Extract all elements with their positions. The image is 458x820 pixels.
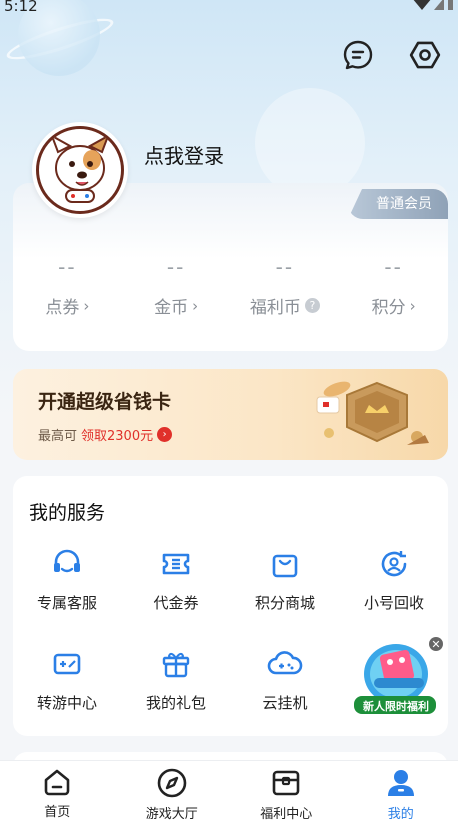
bottom-tabbar: 首页 游戏大厅 福利中心 我的 <box>0 760 458 820</box>
stat-value: -- <box>275 255 295 279</box>
home-icon <box>42 767 72 797</box>
shopping-bag-icon <box>235 546 335 582</box>
promo-sub-prefix: 最高可 <box>38 429 78 444</box>
svg-text:✕: ✕ <box>431 638 440 651</box>
gift-icon <box>126 646 226 682</box>
chevron-right-icon: › <box>157 427 173 442</box>
service-points-mall[interactable]: 积分商城 <box>235 546 335 613</box>
stat-points[interactable]: -- 积分 › <box>339 255 448 318</box>
tab-label: 首页 <box>44 805 71 820</box>
stat-coupons[interactable]: -- 点券 › <box>13 255 122 318</box>
tab-label: 我的 <box>387 807 414 820</box>
services-title: 我的服务 <box>29 502 106 524</box>
newcomer-welfare-ad[interactable]: ✕ 新人限时福利 <box>352 636 448 720</box>
tab-home[interactable]: 首页 <box>0 761 115 820</box>
stat-value: -- <box>384 255 403 279</box>
service-label: 转游中心 <box>36 694 97 712</box>
gamepad-transfer-icon <box>17 646 117 682</box>
stat-value: -- <box>166 255 186 279</box>
welfare-ad-label: 新人限时福利 <box>363 700 429 713</box>
status-bar: 5:12 <box>0 0 458 16</box>
stat-label: 福利币 <box>249 298 301 318</box>
service-label: 专属客服 <box>36 594 97 612</box>
wifi-signal-icon <box>413 0 453 10</box>
service-account-recycle[interactable]: 小号回收 <box>344 546 444 613</box>
signal-battery-icons <box>410 0 454 12</box>
service-label: 云挂机 <box>262 694 308 712</box>
tab-game-hall[interactable]: 游戏大厅 <box>115 761 230 820</box>
coin-decoration <box>255 88 365 198</box>
account-recycle-icon <box>344 546 444 582</box>
tab-label: 福利中心 <box>260 807 313 820</box>
login-prompt[interactable]: 点我登录 <box>144 140 224 169</box>
chevron-right-icon: › <box>192 296 199 315</box>
treasure-box-icon <box>270 767 302 799</box>
chevron-right-icon: › <box>83 296 90 315</box>
avatar[interactable] <box>32 122 128 218</box>
service-vouchers[interactable]: 代金券 <box>126 546 226 613</box>
service-label: 小号回收 <box>363 594 424 612</box>
stat-label: 金币 <box>154 298 189 318</box>
help-icon[interactable]: ? <box>304 298 320 313</box>
status-time: 5:12 <box>4 0 38 15</box>
message-icon[interactable] <box>341 38 375 72</box>
headset-icon <box>17 546 117 582</box>
stat-label: 点券 <box>45 298 80 318</box>
stat-label: 积分 <box>371 298 406 318</box>
service-my-gifts[interactable]: 我的礼包 <box>126 646 226 713</box>
voucher-icon <box>126 546 226 582</box>
compass-icon <box>156 767 188 799</box>
settings-hexagon-icon[interactable] <box>408 38 442 72</box>
member-stats: -- 点券 › -- 金币 › -- 福利币 ? -- 积分 › <box>13 255 448 318</box>
service-game-transfer[interactable]: 转游中心 <box>17 646 117 713</box>
service-label: 我的礼包 <box>145 694 206 712</box>
cloud-gamepad-icon <box>235 646 335 682</box>
stat-gold-coins[interactable]: -- 金币 › <box>122 255 231 318</box>
promo-title: 开通超级省钱卡 <box>38 391 172 413</box>
stat-value: -- <box>58 255 77 279</box>
tab-mine[interactable]: 我的 <box>344 761 458 820</box>
service-customer-support[interactable]: 专属客服 <box>17 546 117 613</box>
promo-subtitle: 最高可 领取2300元 › <box>38 425 173 444</box>
user-icon <box>385 767 417 799</box>
service-label: 代金券 <box>153 594 199 612</box>
savings-card-promo[interactable]: 开通超级省钱卡 最高可 领取2300元 › <box>13 369 448 460</box>
tab-label: 游戏大厅 <box>145 807 198 820</box>
savings-card-icon <box>316 381 429 445</box>
dog-avatar-icon <box>36 126 124 214</box>
promo-sub-highlight: 领取2300元 <box>81 429 154 444</box>
stat-welfare-coins[interactable]: -- 福利币 ? <box>231 255 340 318</box>
tab-welfare-center[interactable]: 福利中心 <box>229 761 344 820</box>
service-label: 积分商城 <box>254 594 315 612</box>
member-level-badge: 普通会员 <box>348 189 448 219</box>
chevron-right-icon: › <box>409 296 416 315</box>
service-cloud-idle[interactable]: 云挂机 <box>235 646 335 713</box>
